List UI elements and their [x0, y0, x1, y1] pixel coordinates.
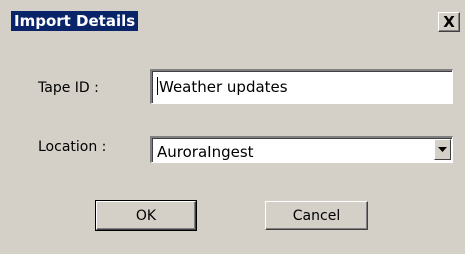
text-caret — [157, 77, 158, 95]
location-dropdown-button[interactable] — [434, 139, 451, 160]
title-bar: Import Details X — [0, 0, 465, 38]
import-details-dialog: Import Details X Tape ID : Weather updat… — [0, 0, 467, 254]
location-value: AuroraIngest — [157, 143, 254, 161]
cancel-button[interactable]: Cancel — [265, 201, 368, 230]
dialog-title: Import Details — [11, 11, 139, 31]
close-button[interactable]: X — [438, 12, 460, 32]
chevron-down-icon — [438, 146, 447, 152]
tape-id-value: Weather updates — [159, 78, 288, 96]
location-select[interactable]: AuroraIngest — [150, 136, 453, 163]
close-icon: X — [443, 12, 455, 31]
tape-id-label: Tape ID : — [38, 80, 99, 96]
location-label: Location : — [38, 139, 107, 155]
ok-button[interactable]: OK — [95, 200, 197, 231]
tape-id-input[interactable]: Weather updates — [150, 69, 453, 104]
